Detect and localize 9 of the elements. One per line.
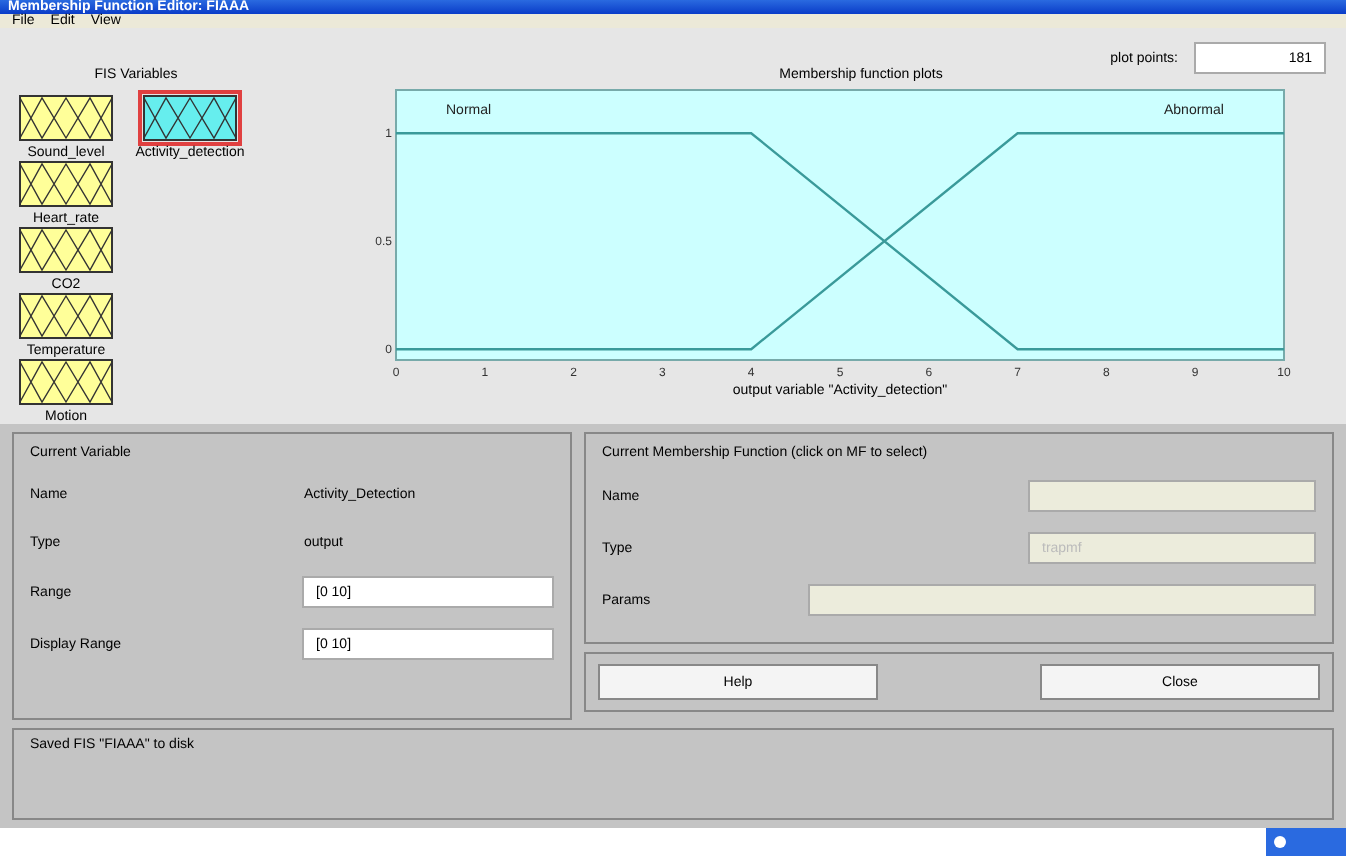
- membership-function-icon[interactable]: [18, 160, 114, 208]
- membership-function-icon[interactable]: [18, 94, 114, 142]
- membership-function-icon[interactable]: [18, 226, 114, 274]
- taskbar-button[interactable]: [1266, 828, 1346, 856]
- input-field[interactable]: [1028, 480, 1316, 512]
- input-field[interactable]: [808, 584, 1316, 616]
- membership-function-icon[interactable]: [142, 94, 238, 142]
- membership-function-icon[interactable]: [18, 358, 114, 406]
- membership-function-icon[interactable]: [18, 292, 114, 340]
